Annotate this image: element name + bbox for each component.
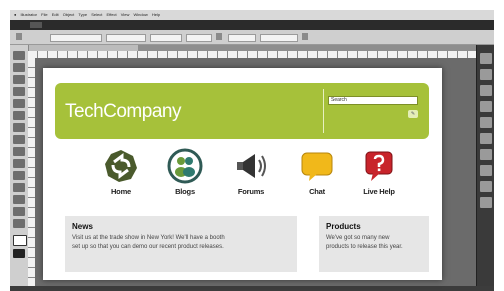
menu-select[interactable]: Select bbox=[91, 10, 102, 20]
nav-label-forums: Forums bbox=[237, 187, 265, 196]
color-panel-icon[interactable] bbox=[480, 53, 492, 64]
menu-app[interactable]: Illustrator bbox=[21, 10, 37, 20]
control-field[interactable] bbox=[186, 34, 212, 42]
graphic-styles-panel-icon[interactable] bbox=[480, 181, 492, 192]
transparency-panel-icon[interactable] bbox=[480, 149, 492, 160]
search-input[interactable] bbox=[328, 96, 418, 105]
brushes-panel-icon[interactable] bbox=[480, 85, 492, 96]
application-window: ● Illustrator File Edit Object Type Sele… bbox=[10, 10, 494, 291]
workspace-switcher[interactable] bbox=[30, 22, 42, 28]
stroke-panel-icon[interactable] bbox=[480, 117, 492, 128]
nav-item-chat[interactable]: Chat bbox=[289, 148, 345, 196]
search-area: ✎ bbox=[323, 89, 426, 133]
apple-menu-icon[interactable]: ● bbox=[14, 10, 16, 20]
menu-type[interactable]: Type bbox=[78, 10, 87, 20]
site-header: TechCompany ✎ bbox=[55, 83, 429, 139]
panel-dock bbox=[476, 45, 494, 286]
gradient-panel-icon[interactable] bbox=[480, 133, 492, 144]
artboard[interactable]: TechCompany ✎ Home bbox=[43, 68, 442, 280]
control-field[interactable] bbox=[50, 34, 102, 42]
eyedropper-tool-icon[interactable] bbox=[13, 195, 25, 204]
products-text-line-2: products to release this year. bbox=[326, 244, 403, 250]
nav-item-blogs[interactable]: Blogs bbox=[157, 148, 213, 196]
control-panel bbox=[10, 30, 494, 45]
control-field[interactable] bbox=[260, 34, 298, 42]
line-tool-icon[interactable] bbox=[13, 99, 25, 108]
nav-label-live-help: Live Help bbox=[363, 187, 395, 196]
menu-window[interactable]: Window bbox=[133, 10, 147, 20]
control-field[interactable] bbox=[228, 34, 256, 42]
pen-tool-icon[interactable] bbox=[13, 75, 25, 84]
control-field[interactable] bbox=[150, 34, 182, 42]
control-button[interactable] bbox=[216, 33, 222, 40]
hand-tool-icon[interactable] bbox=[13, 207, 25, 216]
menu-help[interactable]: Help bbox=[152, 10, 160, 20]
control-button[interactable] bbox=[16, 33, 22, 40]
menu-object[interactable]: Object bbox=[63, 10, 75, 20]
layers-panel-icon[interactable] bbox=[480, 197, 492, 208]
menu-bar: ● Illustrator File Edit Object Type Sele… bbox=[10, 10, 494, 20]
control-button[interactable] bbox=[302, 33, 308, 40]
nav-label-blogs: Blogs bbox=[175, 187, 195, 196]
brush-tool-icon[interactable] bbox=[13, 123, 25, 132]
nav-label-home: Home bbox=[110, 187, 132, 196]
pencil-tool-icon[interactable] bbox=[13, 135, 25, 144]
zoom-tool-icon[interactable] bbox=[13, 219, 25, 228]
products-text: We've got so many new products to releas… bbox=[326, 234, 403, 252]
fill-swatch-icon[interactable] bbox=[13, 235, 27, 246]
tools-panel bbox=[10, 45, 29, 286]
application-bar bbox=[10, 20, 494, 30]
control-field[interactable] bbox=[106, 34, 146, 42]
menu-edit[interactable]: Edit bbox=[52, 10, 59, 20]
selection-tool-icon[interactable] bbox=[13, 51, 25, 60]
help-bubble-icon bbox=[365, 151, 393, 181]
site-logo[interactable]: TechCompany bbox=[65, 101, 181, 123]
main-navigation: Home Blogs Forums Chat Live Help bbox=[93, 148, 413, 208]
swatches-panel-icon[interactable] bbox=[480, 69, 492, 80]
products-panel: Products We've got so many new products … bbox=[319, 216, 429, 272]
products-heading: Products bbox=[326, 222, 361, 231]
megaphone-icon bbox=[237, 154, 266, 178]
nav-label-chat: Chat bbox=[309, 187, 325, 196]
news-panel: News Visit us at the trade show in New Y… bbox=[65, 216, 297, 272]
news-text-line-1: Visit us at the trade show in New York! … bbox=[72, 235, 225, 241]
canvas-pasteboard[interactable]: TechCompany ✎ Home bbox=[35, 58, 476, 286]
type-tool-icon[interactable] bbox=[13, 87, 25, 96]
nav-item-forums[interactable]: Forums bbox=[223, 148, 279, 196]
nav-item-live-help[interactable]: Live Help bbox=[351, 148, 407, 196]
appearance-panel-icon[interactable] bbox=[480, 165, 492, 176]
news-heading: News bbox=[72, 222, 93, 231]
rectangle-tool-icon[interactable] bbox=[13, 111, 25, 120]
menu-view[interactable]: View bbox=[121, 10, 130, 20]
nav-item-home[interactable]: Home bbox=[93, 148, 149, 196]
news-text-line-2: set up so that you can demo our recent p… bbox=[72, 244, 224, 250]
gradient-tool-icon[interactable] bbox=[13, 183, 25, 192]
search-button-icon[interactable]: ✎ bbox=[408, 110, 418, 118]
scale-tool-icon[interactable] bbox=[13, 159, 25, 168]
news-text: Visit us at the trade show in New York! … bbox=[72, 234, 225, 252]
speech-bubble-icon bbox=[301, 152, 333, 181]
people-icon bbox=[167, 148, 203, 184]
products-text-line-1: We've got so many new bbox=[326, 235, 390, 241]
vertical-ruler[interactable] bbox=[28, 58, 35, 286]
menu-file[interactable]: File bbox=[41, 10, 47, 20]
rotate-tool-icon[interactable] bbox=[13, 147, 25, 156]
direct-selection-tool-icon[interactable] bbox=[13, 63, 25, 72]
recycle-arrows-icon bbox=[105, 150, 137, 182]
warp-tool-icon[interactable] bbox=[13, 171, 25, 180]
stroke-swatch-icon[interactable] bbox=[13, 249, 25, 258]
menu-effect[interactable]: Effect bbox=[106, 10, 116, 20]
symbols-panel-icon[interactable] bbox=[480, 101, 492, 112]
